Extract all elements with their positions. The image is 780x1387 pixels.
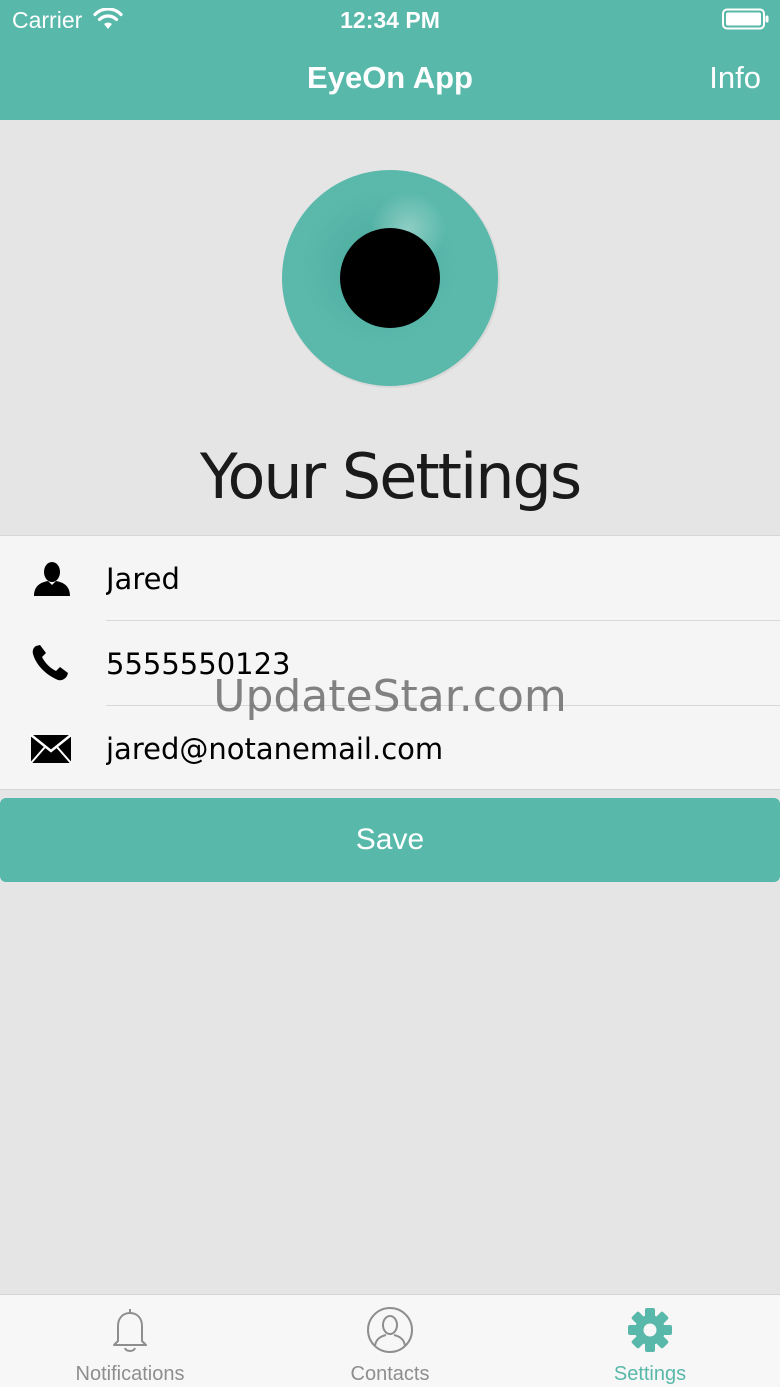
watermark: UpdateStar.com (213, 671, 567, 722)
battery-icon (722, 8, 769, 30)
eye-logo-icon (282, 170, 500, 388)
tab-notifications[interactable]: Notifications (0, 1295, 260, 1387)
tab-label: Settings (613, 1363, 687, 1385)
tab-bar: Notifications Contacts Settings (0, 1294, 780, 1387)
contact-icon (367, 1307, 413, 1353)
name-field[interactable] (106, 536, 766, 621)
bell-icon (113, 1309, 147, 1352)
tab-contacts[interactable]: Contacts (260, 1295, 520, 1387)
tab-label: Notifications (75, 1363, 185, 1385)
name-row (0, 536, 780, 621)
envelope-icon (30, 734, 72, 764)
status-bar: Carrier 12:34 PM (0, 0, 780, 40)
settings-form (0, 535, 780, 791)
page-title: Your Settings (199, 440, 582, 513)
save-button[interactable]: Save (0, 798, 780, 882)
nav-title: EyeOn App (307, 60, 473, 95)
tab-settings[interactable]: Settings (520, 1295, 780, 1387)
person-icon (34, 562, 70, 596)
tab-label: Contacts (350, 1363, 430, 1385)
gear-icon (628, 1308, 672, 1352)
status-time: 12:34 PM (340, 7, 440, 33)
info-button[interactable]: Info (709, 60, 761, 96)
navigation-header: Carrier 12:34 PM EyeOn App Info (0, 0, 780, 120)
